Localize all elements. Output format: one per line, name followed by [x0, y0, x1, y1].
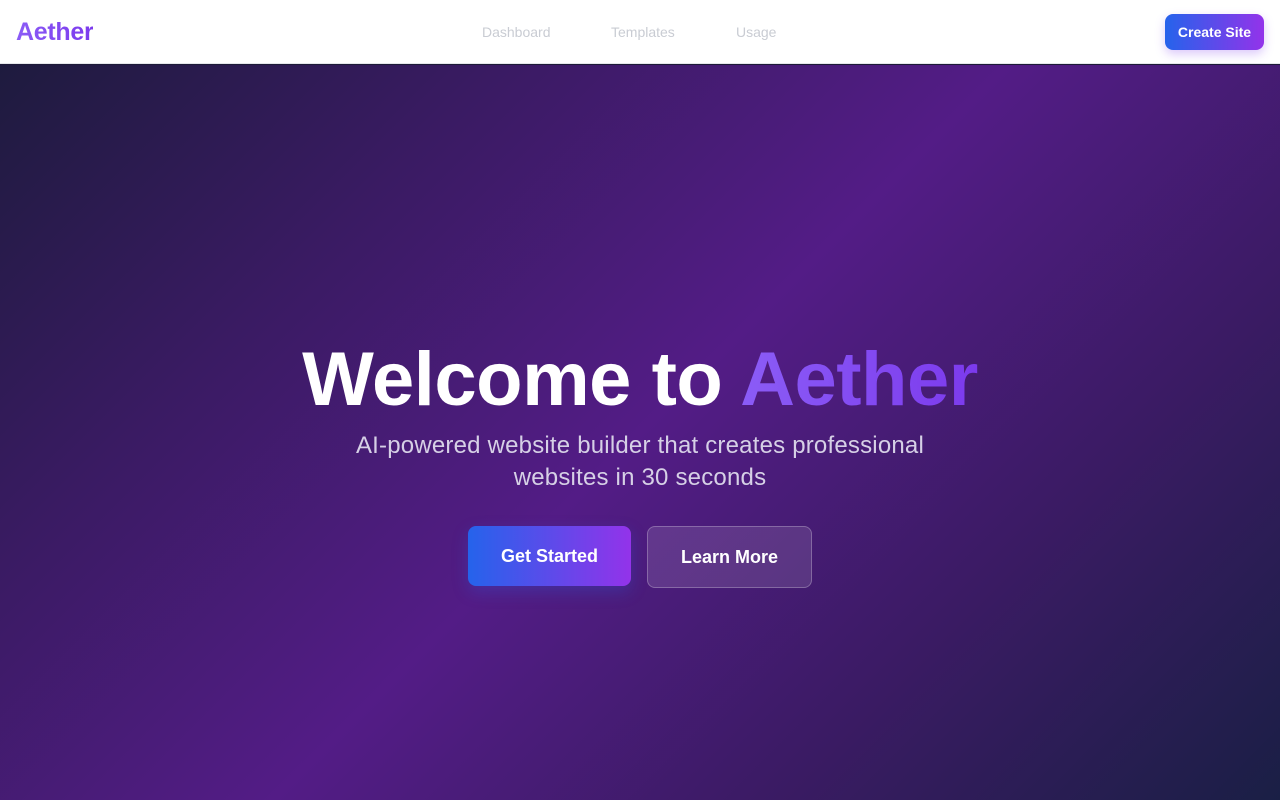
- top-navigation-bar: Aether Dashboard Templates Usage Create …: [0, 0, 1280, 64]
- hero-title-prefix: Welcome to: [302, 337, 741, 422]
- hero-section: Welcome to Aether AI-powered website bui…: [0, 65, 1280, 800]
- hero-actions: Get Started Learn More: [0, 526, 1280, 588]
- create-site-button[interactable]: Create Site: [1165, 14, 1264, 50]
- nav-link-templates[interactable]: Templates: [611, 22, 675, 42]
- get-started-button[interactable]: Get Started: [468, 526, 631, 586]
- learn-more-button[interactable]: Learn More: [647, 526, 812, 588]
- hero-title: Welcome to Aether: [0, 335, 1280, 425]
- hero-title-accent: Aether: [740, 337, 978, 422]
- main-nav: Dashboard Templates Usage: [0, 0, 1280, 64]
- nav-link-dashboard[interactable]: Dashboard: [482, 22, 551, 42]
- nav-link-usage[interactable]: Usage: [736, 22, 776, 42]
- hero-subtitle: AI-powered website builder that creates …: [355, 432, 925, 491]
